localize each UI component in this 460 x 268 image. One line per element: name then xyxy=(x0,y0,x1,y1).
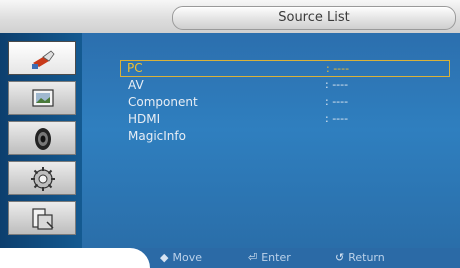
move-hint: ◆ Move xyxy=(160,251,202,264)
sound-icon xyxy=(35,128,51,150)
sidebar-item-input[interactable] xyxy=(8,41,76,75)
osd-screen: Source List PC: ---- AV: ---- Componen… xyxy=(0,0,460,268)
enter-icon: ⏎ xyxy=(248,251,258,264)
enter-hint: ⏎ Enter xyxy=(248,251,291,264)
setup-gear-icon xyxy=(31,167,55,191)
sidebar-item-sound[interactable] xyxy=(8,121,76,155)
sidebar xyxy=(0,33,82,248)
return-hint: ↺ Return xyxy=(335,251,385,264)
input-plug-icon xyxy=(32,50,55,69)
source-label: MagicInfo xyxy=(128,129,186,143)
source-row-component[interactable]: Component : ---- xyxy=(120,94,450,111)
source-value: : ---- xyxy=(325,95,349,108)
sidebar-item-picture[interactable] xyxy=(8,81,76,115)
sidebar-item-multi-control[interactable] xyxy=(8,201,76,235)
updown-arrow-icon: ◆ xyxy=(160,251,169,264)
source-row-pc[interactable]: PC : ---- xyxy=(120,60,450,77)
move-label: Move xyxy=(172,251,202,264)
source-row-hdmi[interactable]: HDMI : ---- xyxy=(120,111,450,128)
multi-control-icon xyxy=(32,208,54,230)
source-row-av[interactable]: AV : ---- xyxy=(120,77,450,94)
title-pill: Source List xyxy=(172,6,456,30)
picture-icon xyxy=(32,89,54,107)
footer-curve xyxy=(0,248,150,268)
title-bar: Source List xyxy=(0,0,460,33)
return-icon: ↺ xyxy=(335,251,345,264)
footer-hint-bar: ◆ Move ⏎ Enter ↺ Return xyxy=(0,248,460,268)
source-value: : ---- xyxy=(325,78,349,91)
return-label: Return xyxy=(348,251,385,264)
source-label: AV xyxy=(128,78,144,92)
source-value: : ---- xyxy=(325,112,349,125)
source-row-magicinfo[interactable]: MagicInfo xyxy=(120,128,450,145)
sidebar-item-setup[interactable] xyxy=(8,161,76,195)
source-value: : ---- xyxy=(326,62,350,75)
enter-label: Enter xyxy=(261,251,291,264)
source-list-panel: PC : ---- AV : ---- Component : ---- HDM… xyxy=(82,33,460,248)
window-title: Source List xyxy=(278,10,350,25)
source-label: HDMI xyxy=(128,112,161,126)
source-label: Component xyxy=(128,95,198,109)
source-label: PC xyxy=(127,61,143,75)
